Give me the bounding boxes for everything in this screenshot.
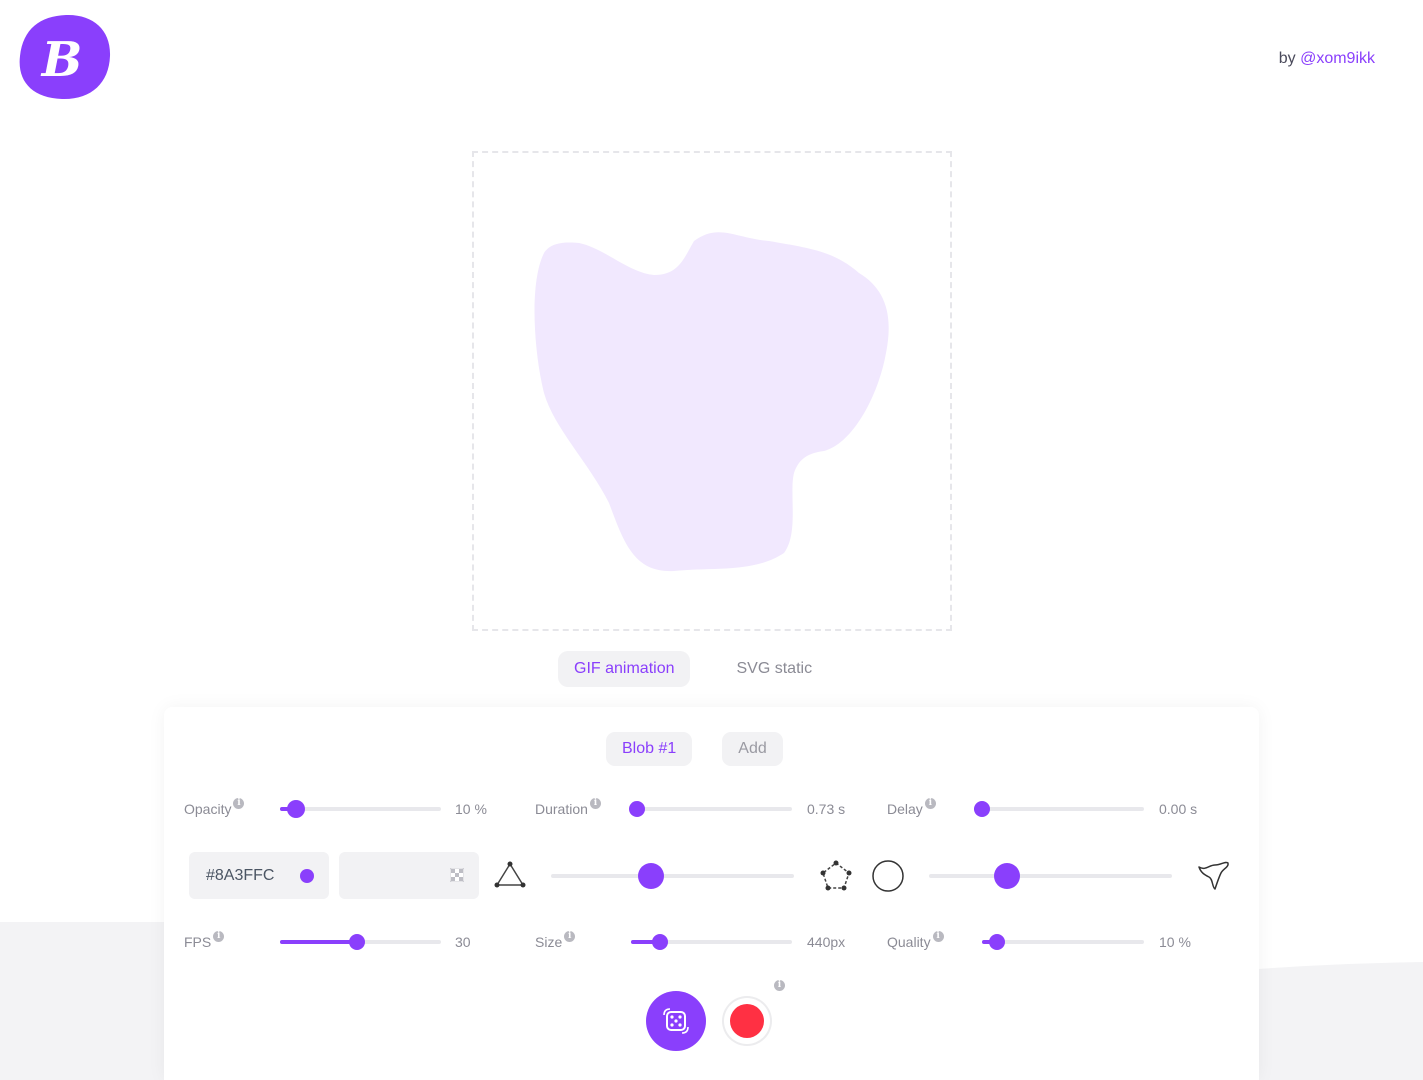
color-input[interactable]: #8A3FFC [189,852,329,899]
duration-slider-thumb[interactable] [629,801,646,817]
record-button[interactable] [722,996,772,1046]
pentagon-points-icon [820,860,852,891]
size-slider[interactable] [631,934,792,950]
quality-slider-thumb[interactable] [988,934,1005,950]
blob-shape [534,232,889,572]
triangle-points-icon [494,861,526,888]
app-logo[interactable]: B [18,14,112,100]
color-swatch[interactable] [300,869,314,883]
fps-slider[interactable] [280,934,441,950]
opacity-slider-thumb[interactable] [287,800,306,818]
record-icon [730,1004,764,1038]
size-label: Size i [535,931,576,950]
size-slider-thumb[interactable] [651,934,668,950]
fps-label: FPS i [184,931,225,950]
contrast-slider-thumb[interactable] [993,863,1020,889]
spiky-blob-shape-icon [1198,861,1229,890]
size-value: 440px [807,934,846,950]
duration-slider[interactable] [629,801,792,817]
record-info-icon[interactable]: i [774,980,785,991]
opacity-label: Opacity i [184,798,245,817]
duration-label: Duration i [535,798,601,817]
info-icon[interactable]: i [589,798,601,809]
mode-tabs: GIF animation SVG static [558,651,828,687]
fps-slider-fill [280,940,358,944]
contrast-slider[interactable] [929,863,1172,889]
opacity-slider[interactable] [280,800,441,818]
blob-tab-1[interactable]: Blob #1 [606,732,693,766]
quality-value: 10 % [1159,934,1191,950]
gradient-color-input[interactable] [339,852,479,899]
duration-value: 0.73 s [807,801,846,817]
info-icon[interactable]: i [932,931,944,942]
complexity-slider[interactable] [551,863,794,889]
delay-value: 0.00 s [1159,801,1198,817]
blob-tabs: Blob #1 Add [606,732,783,766]
delay-slider-thumb[interactable] [974,801,990,817]
info-icon[interactable]: i [924,798,936,809]
transparent-checker-icon [450,868,464,882]
add-blob-button[interactable]: Add [722,732,783,766]
author-credit: by @xom9ikk [1279,50,1375,68]
delay-label: Delay i [887,798,936,817]
info-icon[interactable]: i [213,931,225,942]
quality-label: Quality i [887,931,944,950]
fps-slider-thumb[interactable] [349,934,366,950]
quality-slider[interactable] [982,934,1144,950]
info-icon[interactable]: i [564,931,576,942]
dice-icon [663,1008,689,1034]
circle-shape-icon [872,860,904,892]
randomize-button[interactable] [646,991,706,1051]
author-link[interactable]: @xom9ikk [1300,50,1375,67]
control-panel: Blob #1 Add Opacity i 10 % Duration i 0.73… [164,707,1259,1080]
tab-gif-animation[interactable]: GIF animation [558,651,691,687]
tab-svg-static[interactable]: SVG static [720,651,828,687]
fps-value: 30 [455,934,471,950]
info-icon[interactable]: i [233,798,245,809]
delay-slider[interactable] [974,801,1144,817]
complexity-slider-thumb[interactable] [637,863,664,889]
author-prefix: by [1278,50,1296,67]
logo-letter: B [40,32,83,88]
blob-preview-canvas [472,151,952,631]
opacity-value: 10 % [455,801,487,817]
color-hex-value: #8A3FFC [206,867,275,884]
